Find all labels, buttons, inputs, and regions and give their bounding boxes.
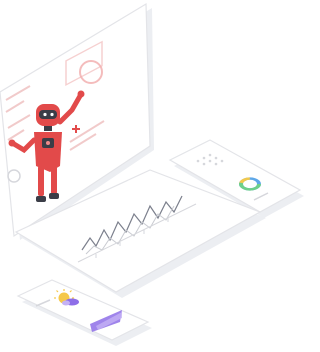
robot-chest-light: [46, 141, 50, 145]
robot-leg-left: [38, 166, 44, 196]
robot-leg-right: [51, 166, 57, 194]
robot-eye-right: [50, 112, 54, 117]
robot-foot-left: [36, 196, 46, 202]
robot-hand-left: [8, 139, 16, 147]
illustration-canvas: [0, 2, 304, 346]
robot-eye-left: [43, 112, 47, 117]
robot-hand-right: [77, 90, 85, 98]
robot-visor: [39, 110, 57, 119]
robot-neck: [44, 126, 52, 131]
isometric-devices-illustration: [0, 0, 304, 352]
robot-foot-right: [49, 193, 59, 199]
